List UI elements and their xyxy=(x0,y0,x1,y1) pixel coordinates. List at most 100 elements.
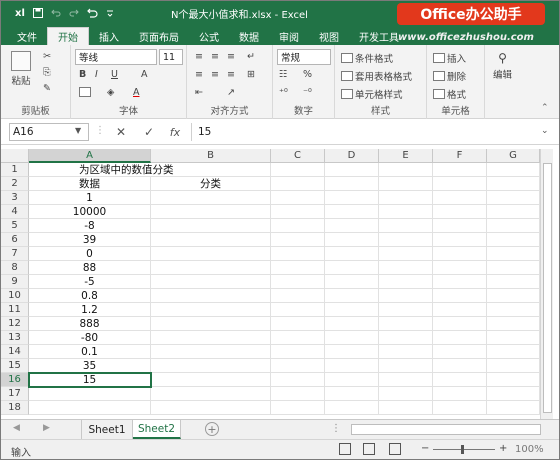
cell[interactable] xyxy=(433,177,487,191)
cell[interactable] xyxy=(151,331,271,345)
zoom-level[interactable]: 100% xyxy=(515,444,544,455)
cell[interactable] xyxy=(325,219,379,233)
cell[interactable] xyxy=(271,303,325,317)
format-cells-button[interactable]: 格式 xyxy=(433,87,466,101)
cell[interactable] xyxy=(271,177,325,191)
edit-button[interactable]: ⚲ 编辑 xyxy=(493,51,512,81)
cell[interactable]: 35 xyxy=(29,359,151,373)
row-header[interactable]: 8 xyxy=(1,261,29,275)
undo-icon[interactable] xyxy=(47,1,65,25)
cell[interactable] xyxy=(487,331,540,345)
tab-file[interactable]: 文件 xyxy=(7,27,47,45)
confirm-entry-button[interactable]: ✓ xyxy=(139,123,159,141)
cell[interactable] xyxy=(271,373,325,387)
cell[interactable] xyxy=(487,247,540,261)
cell[interactable] xyxy=(271,387,325,401)
cell[interactable] xyxy=(433,359,487,373)
insert-cells-button[interactable]: 插入 xyxy=(433,51,466,65)
cell[interactable] xyxy=(433,345,487,359)
number-format-select[interactable]: 常规 xyxy=(277,49,331,65)
zoom-in-icon[interactable]: + xyxy=(499,443,507,454)
cell[interactable]: 888 xyxy=(29,317,151,331)
font-size-select[interactable]: 11 xyxy=(159,49,183,65)
cell[interactable] xyxy=(325,345,379,359)
cell[interactable] xyxy=(433,233,487,247)
sheet-tab-sheet2[interactable]: Sheet2 xyxy=(133,420,181,439)
cell[interactable] xyxy=(325,205,379,219)
cell[interactable]: 10000 xyxy=(29,205,151,219)
page-layout-view-icon[interactable] xyxy=(363,443,375,455)
cell[interactable] xyxy=(325,359,379,373)
indent-icon[interactable]: ⇤ xyxy=(195,87,203,98)
page-break-view-icon[interactable] xyxy=(389,443,401,455)
italic-button[interactable]: I xyxy=(95,69,98,80)
zoom-slider-knob[interactable] xyxy=(461,445,464,454)
tab-review[interactable]: 审阅 xyxy=(269,27,309,45)
cell[interactable] xyxy=(151,261,271,275)
cell[interactable] xyxy=(487,219,540,233)
borders-icon[interactable] xyxy=(79,87,91,97)
cell[interactable]: 39 xyxy=(29,233,151,247)
column-header-d[interactable]: D xyxy=(325,149,379,163)
cell[interactable] xyxy=(433,163,487,177)
cell[interactable] xyxy=(487,261,540,275)
horizontal-scrollbar[interactable] xyxy=(351,424,541,435)
cell[interactable] xyxy=(271,247,325,261)
conditional-format-button[interactable]: 条件格式 xyxy=(341,51,393,65)
cell[interactable] xyxy=(325,163,379,177)
cell[interactable]: 分类 xyxy=(151,177,271,191)
cell[interactable] xyxy=(325,401,379,415)
cell[interactable] xyxy=(379,359,433,373)
column-header-b[interactable]: B xyxy=(151,149,271,163)
cell[interactable] xyxy=(487,345,540,359)
repeat-icon[interactable] xyxy=(83,1,101,25)
vertical-scrollbar[interactable] xyxy=(540,149,553,419)
cell[interactable] xyxy=(271,233,325,247)
cell[interactable] xyxy=(325,261,379,275)
cell[interactable]: -80 xyxy=(29,331,151,345)
row-header[interactable]: 1 xyxy=(1,163,29,177)
cell[interactable] xyxy=(433,401,487,415)
font-name-select[interactable]: 等线 xyxy=(75,49,157,65)
cell[interactable] xyxy=(29,387,151,401)
cell[interactable] xyxy=(271,219,325,233)
cell[interactable] xyxy=(379,261,433,275)
cell[interactable] xyxy=(151,373,271,387)
cell[interactable]: 0.1 xyxy=(29,345,151,359)
cell[interactable] xyxy=(379,317,433,331)
cell[interactable] xyxy=(487,303,540,317)
cell[interactable] xyxy=(151,247,271,261)
worksheet-grid[interactable]: A B C D E F G 1 为区域中的数值分类 2 数据 分类 3 1 4 10000 5 -8… xyxy=(1,149,559,419)
cell[interactable] xyxy=(29,401,151,415)
ribbon-collapse-icon[interactable]: ⌃ xyxy=(541,103,549,113)
cell[interactable] xyxy=(271,289,325,303)
cell[interactable] xyxy=(433,387,487,401)
cell[interactable] xyxy=(271,205,325,219)
accounting-format-icon[interactable]: ☷ xyxy=(279,69,288,80)
cell[interactable] xyxy=(487,317,540,331)
cell[interactable]: 88 xyxy=(29,261,151,275)
cell[interactable] xyxy=(379,163,433,177)
cell[interactable] xyxy=(151,163,271,177)
align-left-icon[interactable]: ≡ xyxy=(195,69,203,80)
row-header[interactable]: 17 xyxy=(1,387,29,401)
tab-page-layout[interactable]: 页面布局 xyxy=(129,27,189,45)
insert-function-button[interactable]: fx xyxy=(165,123,185,141)
tab-view[interactable]: 视图 xyxy=(309,27,349,45)
cell[interactable] xyxy=(151,233,271,247)
cell[interactable]: 为区域中的数值分类 xyxy=(29,163,174,177)
column-header-a[interactable]: A xyxy=(29,149,151,163)
cell[interactable] xyxy=(379,289,433,303)
percent-button[interactable]: % xyxy=(303,69,312,80)
cell[interactable] xyxy=(151,303,271,317)
cell[interactable] xyxy=(151,401,271,415)
cell[interactable] xyxy=(487,177,540,191)
cell[interactable] xyxy=(487,275,540,289)
cell[interactable] xyxy=(487,233,540,247)
underline-button[interactable]: U xyxy=(111,69,118,80)
row-header[interactable]: 6 xyxy=(1,233,29,247)
merge-center-icon[interactable]: ⊞ xyxy=(247,69,255,80)
cell[interactable] xyxy=(433,331,487,345)
fill-color-icon[interactable]: ◈ xyxy=(107,87,114,98)
cell[interactable] xyxy=(151,191,271,205)
